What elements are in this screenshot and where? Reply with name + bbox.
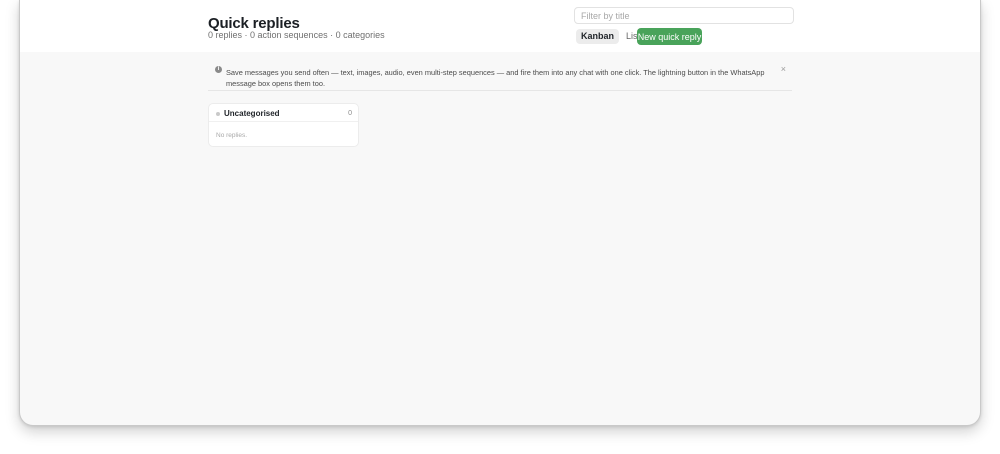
kanban-column-uncategorised: Uncategorised 0 No replies. bbox=[208, 103, 359, 147]
column-count: 0 bbox=[348, 110, 352, 117]
category-dot-icon bbox=[216, 112, 220, 116]
empty-state-text: No replies. bbox=[216, 132, 248, 139]
app-window: Quick replies 0 replies · 0 action seque… bbox=[19, 0, 981, 426]
info-banner: i Save messages you send often — text, i… bbox=[208, 61, 792, 91]
page-header: Quick replies 0 replies · 0 action seque… bbox=[20, 0, 980, 52]
close-icon[interactable]: × bbox=[781, 64, 786, 74]
page-subtitle: 0 replies · 0 action sequences · 0 categ… bbox=[208, 30, 385, 40]
info-icon: i bbox=[215, 66, 222, 73]
new-quick-reply-button[interactable]: New quick reply bbox=[637, 28, 702, 45]
banner-text: Save messages you send often — text, ima… bbox=[226, 68, 765, 88]
filter-input[interactable] bbox=[574, 7, 794, 24]
column-header: Uncategorised 0 bbox=[209, 104, 358, 122]
tab-kanban[interactable]: Kanban bbox=[576, 29, 620, 44]
view-toggle: Kanban List bbox=[576, 29, 645, 44]
column-title: Uncategorised bbox=[224, 109, 280, 118]
